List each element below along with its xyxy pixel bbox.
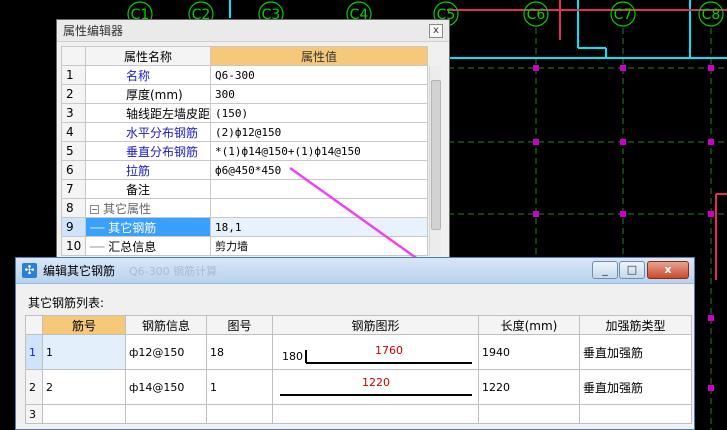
reinforcement-type-cell[interactable]: 垂直加强筋 [579,334,692,370]
dialog-title: 编辑其它钢筋 [43,264,116,278]
bar-no-header: 筋号 [42,315,126,335]
table-row[interactable]: 1 1 ф12@150 18 180 1760 1940 垂直加强筋 [25,334,692,370]
bar-length-label: 1760 [375,344,403,357]
close-button[interactable]: x [647,261,689,279]
table-row[interactable]: 3 [25,404,692,424]
bar-shape-figure: 180 1760 [282,344,472,364]
row-number: 1 [25,334,43,370]
reinforcement-type-cell[interactable] [579,404,692,424]
length-cell[interactable]: 1220 [478,369,580,405]
bar-shape-header: 钢筋图形 [272,315,479,335]
length-cell[interactable]: 1940 [478,334,580,370]
bar-shape-cell[interactable]: 180 1760 [272,334,479,370]
minimize-button[interactable]: _ [592,261,618,279]
figure-no-header: 图号 [206,315,273,335]
maximize-button[interactable]: □ [619,261,645,279]
figure-no-cell[interactable] [206,404,273,424]
length-cell[interactable] [478,404,580,424]
app-icon: ✣ [22,263,37,278]
row-number: 2 [25,369,43,405]
figure-no-cell[interactable]: 1 [206,369,273,405]
edit-other-rebar-dialog[interactable]: ✣ 编辑其它钢筋 Q6-300 钢筋计算 _ □ x 其它钢筋列表: 筋号 钢筋… [15,257,695,430]
bar-info-cell[interactable]: ф14@150 [125,369,207,405]
bar-shape-figure: 1220 [280,376,472,396]
bar-shape-cell[interactable] [272,404,479,424]
reinforcement-type-header: 加强筋类型 [579,315,692,335]
row-number-header [25,315,43,335]
bar-length-label: 1220 [362,376,390,389]
bar-no-cell[interactable] [42,404,126,424]
row-number: 3 [25,404,43,424]
rebar-table: 筋号 钢筋信息 图号 钢筋图形 长度(mm) 加强筋类型 1 1 ф12@150… [25,315,692,424]
bar-no-cell[interactable]: 2 [42,369,126,405]
bar-shape-cell[interactable]: 1220 [272,369,479,405]
background-title-text: Q6-300 钢筋计算 [129,264,218,278]
bar-info-cell[interactable] [125,404,207,424]
figure-no-cell[interactable]: 18 [206,334,273,370]
rebar-table-header: 筋号 钢筋信息 图号 钢筋图形 长度(mm) 加强筋类型 [25,315,692,335]
table-row[interactable]: 2 2 ф14@150 1 1220 1220 垂直加强筋 [25,369,692,405]
bar-info-cell[interactable]: ф12@150 [125,334,207,370]
bar-info-header: 钢筋信息 [125,315,207,335]
bar-no-cell[interactable]: 1 [42,334,126,370]
length-header: 长度(mm) [478,315,580,335]
hook-length-label: 180 [282,350,303,363]
reinforcement-type-cell[interactable]: 垂直加强筋 [579,369,692,405]
rebar-list-label: 其它钢筋列表: [28,296,105,310]
